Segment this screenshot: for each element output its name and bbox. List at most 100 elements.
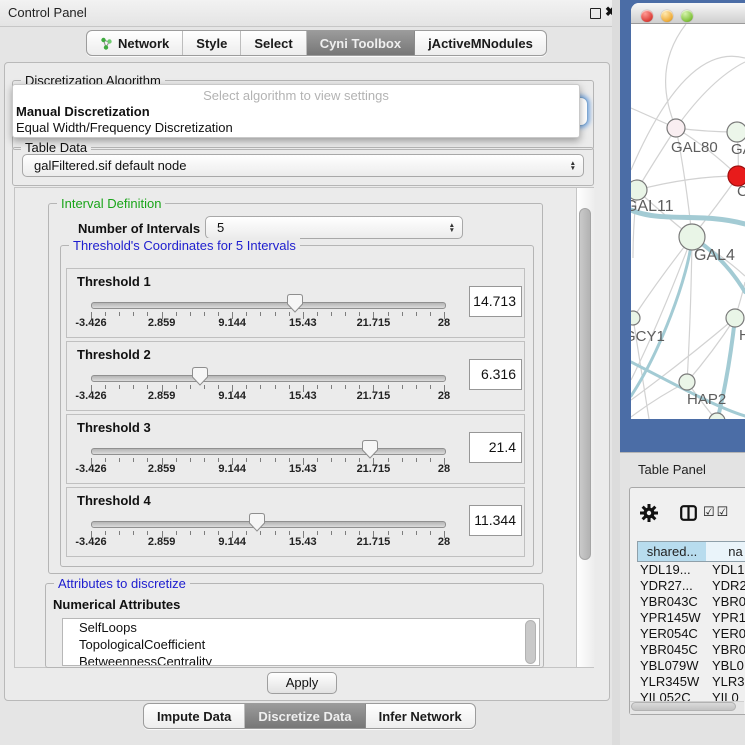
network-edge[interactable] <box>631 237 692 380</box>
minor-tick <box>331 531 332 535</box>
minor-tick <box>331 385 332 389</box>
tick-label: 9.144 <box>218 463 246 475</box>
minor-tick <box>430 312 431 316</box>
minor-tick <box>275 312 276 316</box>
tick-label: 2.859 <box>148 463 176 475</box>
tick-label: -3.426 <box>75 536 106 548</box>
tick-label: -3.426 <box>75 390 106 402</box>
table-row[interactable]: YER054CYER0 <box>637 626 745 642</box>
tick-label: 2.859 <box>148 390 176 402</box>
table-data-combobox[interactable]: galFiltered.sif default node ▲▼ <box>22 154 584 177</box>
minor-tick <box>275 385 276 389</box>
column-split-icon[interactable] <box>680 505 697 521</box>
column-checkbox-icons[interactable]: ☑☑ <box>703 504 730 520</box>
horizontal-scrollbar-thumb[interactable] <box>631 702 736 711</box>
table-row[interactable]: YBL079WYBL0 <box>637 658 745 674</box>
tab-cyni-toolbox[interactable]: Cyni Toolbox <box>307 31 415 55</box>
network-window-titlebar[interactable] <box>631 3 745 24</box>
number-of-intervals-combobox[interactable]: 5 ▲▼ <box>205 216 463 239</box>
tick-label: 21.715 <box>357 317 391 329</box>
network-edge[interactable] <box>676 62 745 128</box>
tab-label: Select <box>254 36 292 51</box>
threshold-1-value-field[interactable]: 14.713 <box>469 286 522 317</box>
dropdown-option-equal-width-frequency[interactable]: Equal Width/Frequency Discretization <box>16 120 233 135</box>
minor-tick <box>204 312 205 316</box>
tab-select[interactable]: Select <box>241 31 306 55</box>
table-header-shared-name[interactable]: shared... <box>637 541 707 562</box>
minor-tick <box>345 531 346 535</box>
cell-name: YDL1 <box>712 562 745 578</box>
network-edge[interactable] <box>637 176 738 190</box>
threshold-slider-thumb[interactable] <box>362 440 378 459</box>
network-node-gal11[interactable] <box>631 180 647 200</box>
tab-discretize-data[interactable]: Discretize Data <box>245 704 365 728</box>
table-row[interactable]: YLR345WYLR3 <box>637 674 745 690</box>
threshold-2-value-field[interactable]: 6.316 <box>469 359 522 390</box>
table-row[interactable]: YBR043CYBR0 <box>637 594 745 610</box>
table-row[interactable]: YIL052CYIL0 <box>637 690 745 701</box>
float-window-icon[interactable] <box>590 8 601 19</box>
vertical-scrollbar-thumb[interactable] <box>579 208 591 560</box>
attributes-list-scrollbar-thumb[interactable] <box>525 620 536 664</box>
minor-tick <box>176 312 177 316</box>
threshold-slider-track[interactable] <box>91 375 446 382</box>
network-node-gal80[interactable] <box>667 119 685 137</box>
minor-tick <box>430 458 431 462</box>
tick-label: 9.144 <box>218 536 246 548</box>
attribute-item-betweennesscentrality[interactable]: BetweennessCentrality <box>63 653 539 666</box>
tick-label: 15.43 <box>289 390 317 402</box>
minor-tick <box>246 385 247 389</box>
apply-button[interactable]: Apply <box>267 672 337 694</box>
tick-label: -3.426 <box>75 317 106 329</box>
minor-tick <box>416 458 417 462</box>
close-traffic-light-icon[interactable] <box>641 10 653 22</box>
minor-tick <box>105 531 106 535</box>
attribute-item-selfloops[interactable]: SelfLoops <box>63 619 539 636</box>
minor-tick <box>416 385 417 389</box>
node-label: H <box>739 327 745 344</box>
table-header-name[interactable]: na <box>706 541 745 562</box>
number-of-intervals-value: 5 <box>217 220 224 235</box>
threshold-slider-thumb[interactable] <box>249 513 265 532</box>
threshold-3-value-field[interactable]: 21.4 <box>469 432 522 463</box>
table-row[interactable]: YDL19...YDL1 <box>637 562 745 578</box>
tab-network[interactable]: Network <box>87 31 183 55</box>
minor-tick <box>119 312 120 316</box>
minor-tick <box>289 458 290 462</box>
settings-gear-icon[interactable] <box>640 504 658 522</box>
network-canvas[interactable]: GAL80GACGAL11GAL4GCY1HHAP2 <box>631 24 745 419</box>
network-node-hap2[interactable] <box>679 374 695 390</box>
tick-label: 21.715 <box>357 463 391 475</box>
network-node-ga[interactable] <box>727 122 745 142</box>
threshold-slider-thumb[interactable] <box>287 294 303 313</box>
numerical-attributes-list[interactable]: SelfLoopsTopologicalCoefficientBetweenne… <box>62 618 540 666</box>
threshold-slider-track[interactable] <box>91 521 446 528</box>
threshold-slider-track[interactable] <box>91 448 446 455</box>
network-window: GAL80GACGAL11GAL4GCY1HHAP2 <box>631 3 745 419</box>
table-row[interactable]: YDR27...YDR2 <box>637 578 745 594</box>
tab-label: Network <box>118 36 169 51</box>
zoom-traffic-light-icon[interactable] <box>681 10 693 22</box>
tab-impute-data[interactable]: Impute Data <box>144 704 245 728</box>
attribute-item-topologicalcoefficient[interactable]: TopologicalCoefficient <box>63 636 539 653</box>
minor-tick <box>331 312 332 316</box>
network-edge[interactable] <box>637 128 676 190</box>
minor-tick <box>133 458 134 462</box>
tab-style[interactable]: Style <box>183 31 241 55</box>
network-node-h[interactable] <box>726 309 744 327</box>
network-edge[interactable] <box>666 24 686 128</box>
node-label: GAL4 <box>694 247 735 264</box>
network-node-gcy1[interactable] <box>631 311 640 325</box>
dropdown-option-manual-discretization[interactable]: Manual Discretization <box>16 104 150 119</box>
threshold-4-value-field[interactable]: 11.344 <box>469 505 522 536</box>
threshold-slider-track[interactable] <box>91 302 446 309</box>
tab-infer-network[interactable]: Infer Network <box>366 704 475 728</box>
attributes-group-label: Attributes to discretize <box>54 576 190 591</box>
threshold-slider-thumb[interactable] <box>192 367 208 386</box>
minimize-traffic-light-icon[interactable] <box>661 10 673 22</box>
table-row[interactable]: YPR145WYPR1 <box>637 610 745 626</box>
minor-tick <box>105 385 106 389</box>
table-row[interactable]: YBR045CYBR0 <box>637 642 745 658</box>
tab-jactivemnodules[interactable]: jActiveMNodules <box>415 31 546 55</box>
tab-label: Impute Data <box>157 709 231 724</box>
